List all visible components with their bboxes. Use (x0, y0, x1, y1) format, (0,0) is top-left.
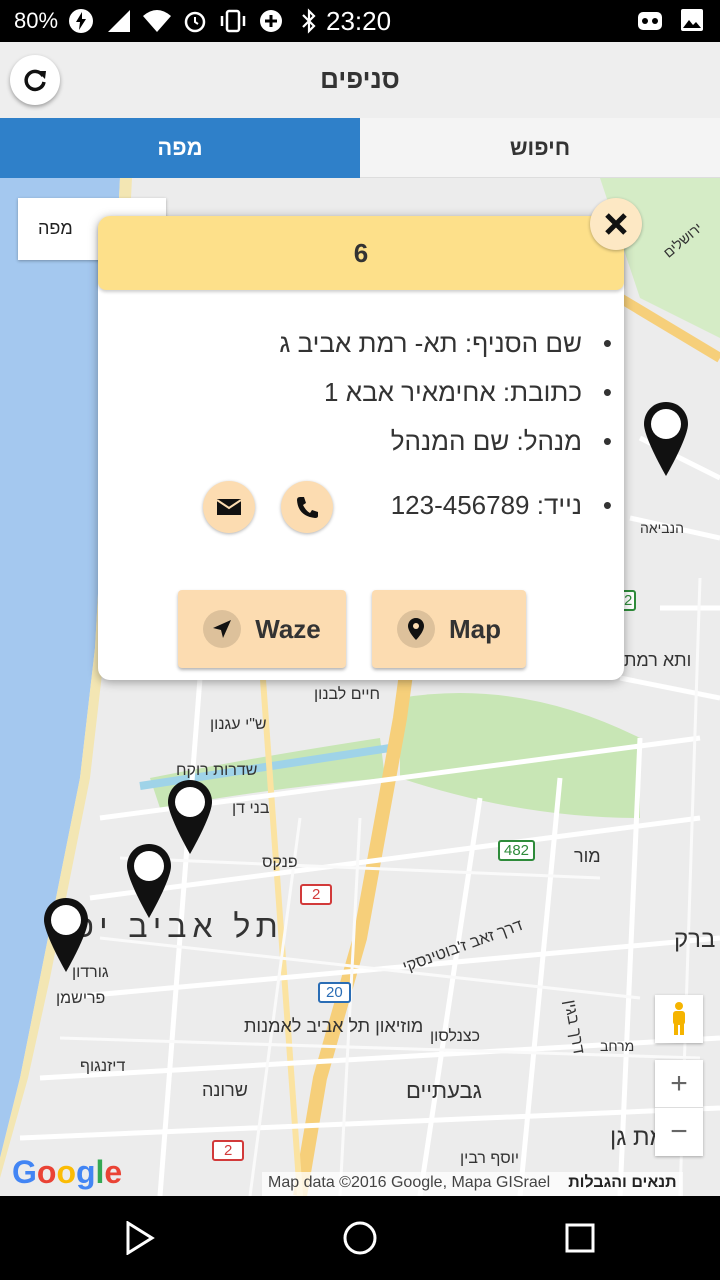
zoom-controls: + − (655, 1060, 703, 1156)
envelope-icon (216, 499, 242, 515)
map-marker[interactable] (125, 842, 173, 920)
tab-map[interactable]: מפה (0, 118, 360, 178)
alarm-icon (180, 6, 210, 36)
map-label-agnon: ש"י עגנון (210, 716, 267, 733)
branch-name: שם הסניף: תא- רמת אביב ג (279, 328, 611, 359)
attribution-text: Map data ©2016 Google, Mapa GISrael (268, 1174, 551, 1191)
email-button[interactable] (203, 481, 255, 533)
road-badge-20: 20 (318, 982, 351, 1003)
branch-manager: מנהל: שם המנהל (391, 426, 613, 457)
map-button[interactable]: Map (372, 590, 526, 668)
map-label-dizengoff: דיזנגוף (80, 1058, 126, 1075)
status-icons (66, 6, 324, 36)
map-label-sharona: שרונה (202, 1080, 248, 1100)
branch-info-popup: 6 שם הסניף: תא- רמת אביב ג כתובת: אחימאי… (98, 216, 624, 680)
map-button-label: Map (449, 613, 501, 644)
map-marker[interactable] (166, 778, 214, 856)
back-triangle-icon (126, 1221, 155, 1255)
flash-icon (66, 6, 96, 36)
map-label-katznelson: כצנלסון (430, 1028, 480, 1045)
navigation-arrow-icon (203, 610, 242, 648)
close-icon (605, 213, 627, 235)
image-icon (678, 6, 706, 39)
map-attribution: Map data ©2016 Google, Mapa GISrael תנאי… (262, 1172, 683, 1196)
street-view-button[interactable] (655, 995, 703, 1043)
terms-link[interactable]: תנאים והגבלות (568, 1174, 676, 1194)
clock: 23:20 (326, 6, 392, 36)
vibrate-icon (218, 6, 248, 36)
map-label-givatayim: גבעתיים (406, 1078, 482, 1103)
map-marker[interactable] (42, 896, 90, 974)
google-logo: Google (12, 1154, 123, 1190)
app-header: סניפים (0, 42, 720, 118)
zoom-in-button[interactable]: + (655, 1060, 703, 1108)
map-label-barak: ברק (674, 926, 716, 953)
map-marker[interactable] (642, 400, 690, 478)
map-label-bnei-dan: בני דן (232, 800, 270, 817)
data-saver-icon (256, 6, 286, 36)
system-nav-bar (0, 1196, 720, 1280)
app-notification-icon (636, 6, 664, 39)
close-popup-button[interactable] (590, 198, 642, 250)
battery-level: 80% (14, 8, 59, 33)
wifi-icon (142, 6, 172, 36)
road-badge-2-north: 2 (300, 884, 333, 905)
back-button[interactable] (120, 1218, 160, 1258)
status-right-icons (636, 6, 706, 39)
map-label-mor: מור (574, 846, 601, 866)
waze-button[interactable]: Waze (178, 590, 346, 668)
pegman-icon (673, 1002, 685, 1035)
map-label-rabin: יוסף רבין (460, 1150, 520, 1167)
status-bar: 80% 23:20 (0, 0, 720, 42)
call-button[interactable] (281, 481, 333, 533)
road-badge-482: 482 (498, 840, 536, 861)
map-label-frishman: פרישמן (56, 990, 106, 1007)
map-label-pinkas: פנקס (262, 854, 298, 871)
map-label-ramat-aviv: ותא רמת (624, 650, 692, 670)
phone-icon (297, 497, 318, 518)
map-label-museum: מוזיאון תל אביב לאמנות (244, 1016, 424, 1036)
waze-label: Waze (255, 613, 321, 644)
home-button[interactable] (340, 1218, 380, 1258)
location-pin-icon (397, 610, 435, 648)
tab-search[interactable]: חיפוש (360, 118, 720, 178)
popup-title: 6 (98, 216, 624, 290)
page-title: סניפים (320, 64, 400, 94)
map-label-levanon: חיים לבנון (314, 686, 381, 703)
tab-bar: מפה חיפוש (0, 118, 720, 178)
signal-icon (104, 6, 134, 36)
map-label-prophet: הנביאה (640, 520, 684, 536)
branch-mobile: נייד: 123-456789 (391, 490, 613, 521)
map-type-label: מפה (38, 218, 73, 238)
bluetooth-icon (294, 6, 324, 36)
recents-square-icon (565, 1223, 595, 1253)
home-circle-icon (343, 1221, 377, 1255)
zoom-out-button[interactable]: − (655, 1108, 703, 1156)
recents-button[interactable] (560, 1218, 600, 1258)
branch-address: כתובת: אחימאיר אבא 1 (324, 377, 612, 408)
road-badge-2-south: 2 (212, 1140, 245, 1161)
map-label-jerusalem: מרחב (600, 1038, 635, 1054)
